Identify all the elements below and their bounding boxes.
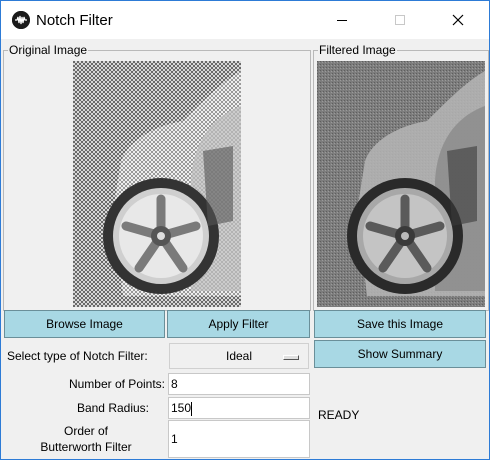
original-image-frame: Original Image — [3, 43, 311, 311]
maximize-button[interactable] — [377, 1, 423, 39]
main-content: Original Image Filtered Image Browse Ima… — [1, 39, 489, 459]
apply-filter-button[interactable]: Apply Filter — [167, 310, 310, 338]
window-title: Notch Filter — [36, 12, 113, 29]
radius-input[interactable]: 150 — [168, 397, 310, 419]
filter-type-value: Ideal — [225, 349, 253, 363]
dropdown-indicator-icon — [283, 355, 299, 360]
app-logo-icon — [12, 11, 30, 29]
order-value: 1 — [171, 432, 178, 446]
filter-type-label: Select type of Notch Filter: — [7, 349, 148, 363]
order-label: Order of Butterworth Filter — [7, 423, 165, 455]
filtered-image-frame: Filtered Image — [313, 43, 489, 311]
maximize-icon — [395, 15, 405, 25]
minimize-icon — [337, 20, 347, 21]
save-image-button[interactable]: Save this Image — [314, 310, 486, 338]
radius-label: Band Radius: — [76, 401, 149, 415]
original-image-legend: Original Image — [8, 43, 89, 57]
original-car-image — [73, 61, 241, 307]
filtered-image-legend: Filtered Image — [318, 43, 397, 57]
radius-value: 150 — [171, 401, 192, 415]
show-summary-button[interactable]: Show Summary — [314, 340, 486, 368]
order-label-line1: Order of — [63, 424, 108, 438]
points-value: 8 — [171, 377, 178, 391]
close-icon — [452, 14, 464, 26]
status-text: READY — [318, 408, 360, 422]
filtered-car-image — [317, 61, 485, 307]
text-cursor — [191, 401, 193, 416]
points-input[interactable]: 8 — [168, 373, 310, 395]
app-window: Notch Filter Original Image Filtered Ima… — [0, 0, 490, 460]
filter-type-select[interactable]: Ideal — [169, 343, 309, 369]
points-label: Number of Points: — [68, 377, 165, 391]
title-bar[interactable]: Notch Filter — [1, 1, 489, 39]
order-input[interactable]: 1 — [168, 420, 310, 458]
browse-image-button[interactable]: Browse Image — [4, 310, 165, 338]
order-label-line2: Butterworth Filter — [40, 440, 132, 454]
close-button[interactable] — [435, 1, 481, 39]
minimize-button[interactable] — [319, 1, 365, 39]
